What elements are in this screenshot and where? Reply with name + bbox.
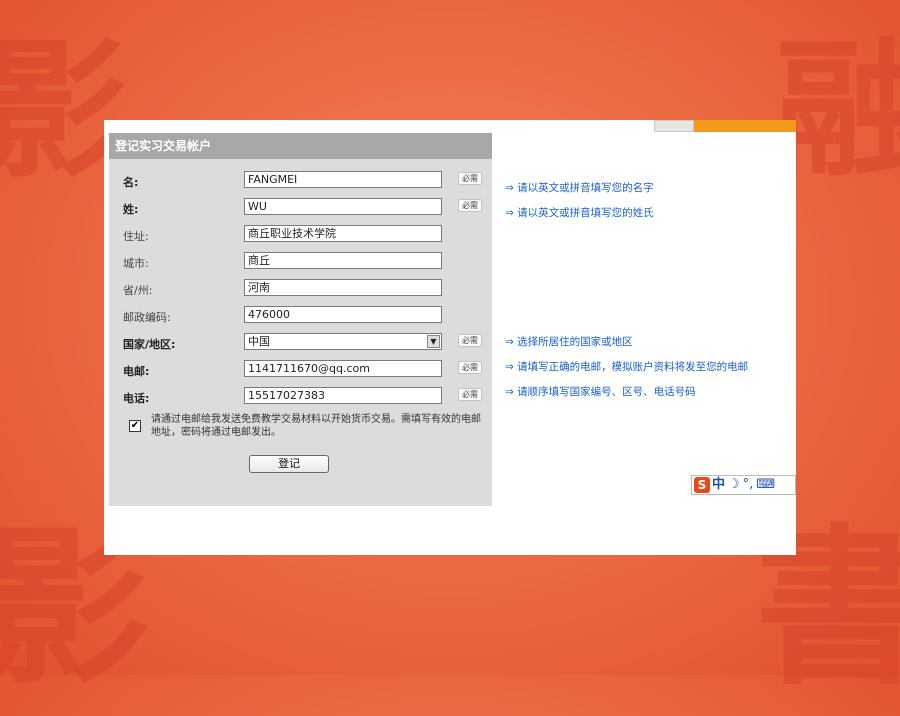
country-select[interactable]: 中国 ▼	[244, 333, 442, 350]
phone-label: 电话:	[123, 392, 150, 405]
city-label: 城市:	[123, 257, 149, 270]
last-name-hint: ⇒ 请以英文或拼音填写您的姓氏	[505, 207, 654, 219]
last-name-row: 姓: WU 必需	[109, 198, 492, 220]
consent-text: 请通过电邮给我发送免费教学交易材料以开始货币交易。需填写有效的电邮地址，密码将通…	[151, 414, 481, 438]
toolbar-thumbnail	[654, 120, 694, 132]
registration-form: 登记实习交易帐户 名: FANGMEI 必需 姓: WU 必需 住址: 商丘职业…	[109, 133, 492, 506]
postal-code-input[interactable]: 476000	[244, 306, 442, 323]
form-header: 登记实习交易帐户	[109, 133, 492, 159]
required-badge: 必需	[458, 334, 482, 347]
phone-input[interactable]: 15517027383	[244, 387, 442, 404]
ime-halfwidth-moon-icon[interactable]: ☽	[728, 476, 740, 494]
postal-code-row: 邮政编码: 476000	[109, 306, 492, 328]
province-row: 省/州: 河南	[109, 279, 492, 301]
email-hint: ⇒ 请填写正确的电邮，模拟账户资料将发至您的电邮	[505, 361, 749, 373]
city-row: 城市: 商丘	[109, 252, 492, 274]
province-input[interactable]: 河南	[244, 279, 442, 296]
country-selected-value: 中国	[248, 335, 270, 348]
required-badge: 必需	[458, 361, 482, 374]
consent-checkbox[interactable]: ✔	[129, 420, 141, 432]
first-name-label: 名:	[123, 176, 139, 189]
required-badge: 必需	[458, 199, 482, 212]
city-input[interactable]: 商丘	[244, 252, 442, 269]
province-label: 省/州:	[123, 284, 153, 297]
screenshot-window: 登记实习交易帐户 名: FANGMEI 必需 姓: WU 必需 住址: 商丘职业…	[104, 120, 796, 555]
first-name-hint: ⇒ 请以英文或拼音填写您的名字	[505, 182, 654, 194]
country-label: 国家/地区:	[123, 338, 176, 351]
dropdown-arrow-icon[interactable]: ▼	[427, 335, 440, 348]
ime-punctuation-icon[interactable]: °,	[743, 476, 754, 494]
email-row: 电邮: 1141711670@qq.com 必需	[109, 360, 492, 382]
country-row: 国家/地区: 中国 ▼ 必需	[109, 333, 492, 355]
ime-keyboard-icon[interactable]: ⌨	[756, 476, 775, 494]
ime-logo-icon[interactable]: S	[694, 477, 710, 493]
top-toolbar-strip	[654, 120, 796, 132]
last-name-input[interactable]: WU	[244, 198, 442, 215]
first-name-row: 名: FANGMEI 必需	[109, 171, 492, 193]
phone-row: 电话: 15517027383 必需	[109, 387, 492, 409]
email-label: 电邮:	[123, 365, 150, 378]
email-input[interactable]: 1141711670@qq.com	[244, 360, 442, 377]
required-badge: 必需	[458, 172, 482, 185]
address-row: 住址: 商丘职业技术学院	[109, 225, 492, 247]
postal-code-label: 邮政编码:	[123, 311, 171, 324]
required-badge: 必需	[458, 388, 482, 401]
country-hint: ⇒ 选择所居住的国家或地区	[505, 336, 633, 348]
register-button[interactable]: 登记	[249, 455, 329, 473]
last-name-label: 姓:	[123, 203, 139, 216]
ime-toolbar[interactable]: S 中 ☽ °, ⌨	[691, 475, 796, 495]
first-name-input[interactable]: FANGMEI	[244, 171, 442, 188]
address-input[interactable]: 商丘职业技术学院	[244, 225, 442, 242]
ime-language-toggle[interactable]: 中	[712, 476, 725, 494]
phone-hint: ⇒ 请顺序填写国家编号、区号、电话号码	[505, 386, 696, 398]
address-label: 住址:	[123, 230, 149, 243]
